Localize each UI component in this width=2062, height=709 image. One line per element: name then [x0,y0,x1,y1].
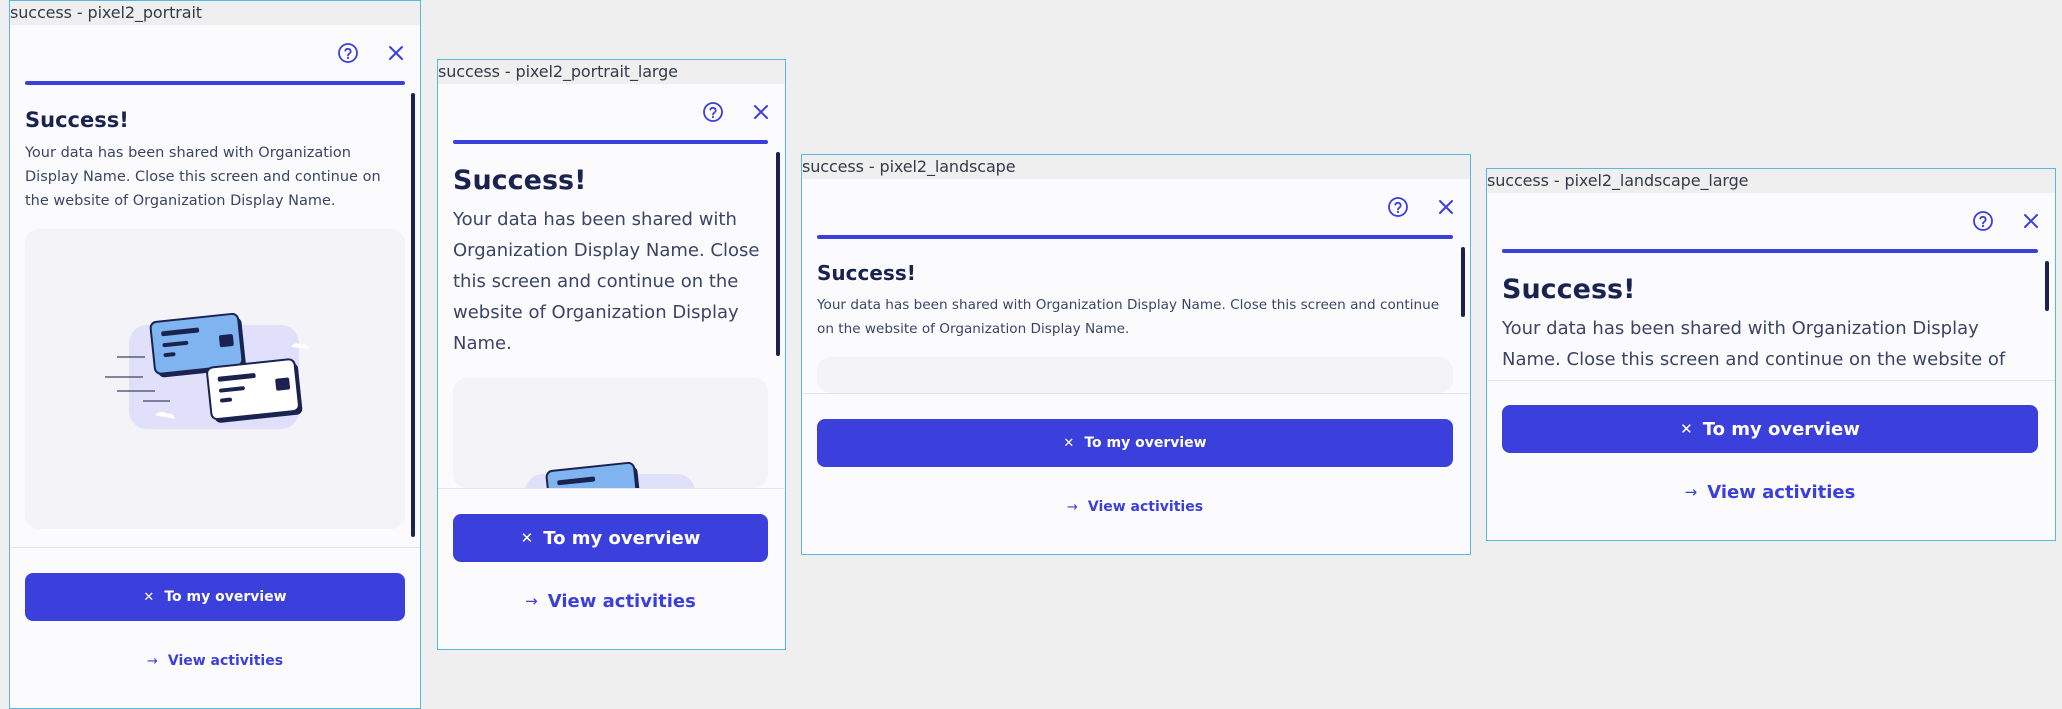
help-icon[interactable] [701,100,725,124]
progress-bar [817,235,1453,239]
message-text: Your data has been shared with Organizat… [25,145,381,209]
footer-divider [1487,380,2055,381]
frame-pixel2-landscape: success - pixel2_landscape Success! Your… [801,154,1471,555]
page-title: Success! [453,165,587,196]
to-my-overview-label: To my overview [543,527,701,549]
arrow-right-icon: → [525,592,538,610]
progress-bar [453,140,768,144]
view-activities-button[interactable]: → View activities [817,491,1453,523]
frame-pixel2-portrait-large: success - pixel2_portrait_large Success!… [437,59,786,650]
page-title: Success! [817,261,916,285]
footer-divider [438,488,785,489]
arrow-right-icon: → [146,653,158,669]
page-title: Success! [1502,274,1636,305]
footer-divider [10,547,420,548]
close-icon[interactable] [1434,195,1458,219]
view-activities-button[interactable]: → View activities [25,645,405,677]
scrollbar[interactable] [2045,261,2049,311]
view-activities-label: View activities [547,590,696,612]
close-icon: ✕ [520,529,534,547]
close-icon: ✕ [1063,435,1075,451]
help-icon[interactable] [1386,195,1410,219]
close-icon[interactable] [749,100,773,124]
close-icon[interactable] [384,41,408,65]
close-icon: ✕ [143,589,155,605]
view-activities-button[interactable]: → View activities [1502,475,2038,509]
scrollbar[interactable] [1461,247,1465,317]
view-activities-label: View activities [1087,499,1204,515]
help-icon[interactable] [1971,209,1995,233]
dialog-content: Success! Your data has been shared with … [1502,265,2040,381]
id-cards-illustration [105,312,309,429]
scrollbar[interactable] [411,93,415,537]
to-my-overview-button[interactable]: ✕ To my overview [453,514,768,562]
footer-divider [802,393,1470,394]
frame-label: success - pixel2_landscape_large [1487,169,2055,193]
arrow-right-icon: → [1684,483,1698,501]
page-title: Success! [25,108,129,132]
illustration-panel [25,229,405,529]
close-icon[interactable] [2019,209,2043,233]
scrollbar[interactable] [776,152,780,356]
close-icon: ✕ [1680,420,1693,438]
frame-label: success - pixel2_portrait [10,1,420,25]
to-my-overview-label: To my overview [1084,435,1207,451]
frame-pixel2-landscape-large: success - pixel2_landscape_large Success… [1486,168,2056,541]
to-my-overview-label: To my overview [1702,418,1860,440]
to-my-overview-button[interactable]: ✕ To my overview [817,419,1453,467]
message-text: Your data has been shared with Organizat… [453,209,760,354]
illustration-panel [453,378,768,488]
view-activities-button[interactable]: → View activities [453,584,768,618]
to-my-overview-label: To my overview [164,589,287,605]
id-cards-illustration [525,461,695,488]
arrow-right-icon: → [1066,499,1078,515]
frame-pixel2-portrait: success - pixel2_portrait Success! Your … [9,0,421,709]
progress-bar [25,81,405,85]
view-activities-label: View activities [167,653,284,669]
illustration-panel [817,357,1453,393]
to-my-overview-button[interactable]: ✕ To my overview [25,573,405,621]
message-text: Your data has been shared with Organizat… [817,297,1440,337]
message-text: Your data has been shared with Organizat… [1502,318,2006,370]
view-activities-label: View activities [1707,481,1856,503]
help-icon[interactable] [336,41,360,65]
frame-label: success - pixel2_portrait_large [438,60,785,84]
to-my-overview-button[interactable]: ✕ To my overview [1502,405,2038,453]
progress-bar [1502,249,2038,253]
frame-label: success - pixel2_landscape [802,155,1470,179]
